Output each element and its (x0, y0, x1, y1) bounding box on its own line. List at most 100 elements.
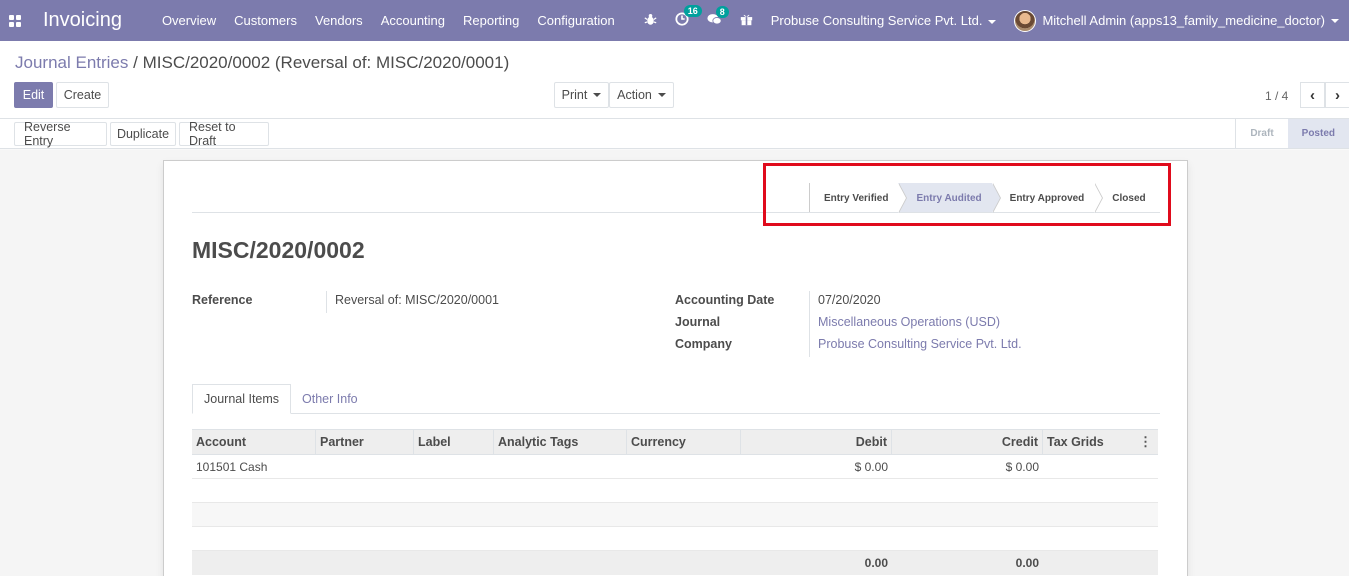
empty-row (192, 479, 1158, 503)
chevron-right-icon: › (1335, 86, 1340, 104)
empty-row (192, 527, 1158, 551)
duplicate-button[interactable]: Duplicate (110, 122, 176, 146)
messages-count-badge: 8 (715, 5, 729, 18)
stage-closed[interactable]: Closed (1094, 183, 1161, 213)
cell-analytic-tags (494, 455, 627, 478)
breadcrumb-journal-entries[interactable]: Journal Entries (15, 53, 128, 72)
table-header: Account Partner Label Analytic Tags Curr… (192, 429, 1158, 455)
menu-item-reporting[interactable]: Reporting (463, 13, 519, 28)
pager-value[interactable]: 1 / 4 (1265, 89, 1288, 103)
cell-account: 101501 Cash (196, 459, 268, 474)
avatar (1014, 9, 1037, 32)
table-row[interactable]: 101501 Cash $ 0.00 $ 0.00 (192, 455, 1158, 479)
activity-count-badge: 16 (683, 5, 702, 17)
journal-items-table: Account Partner Label Analytic Tags Curr… (192, 429, 1158, 575)
column-label[interactable]: Label (414, 430, 494, 454)
notebook-tabs: Journal Items Other Info (192, 384, 1160, 414)
action-label: Action (617, 88, 652, 102)
column-tax-grids[interactable]: Tax Grids ⋮ (1043, 430, 1158, 454)
control-panel: Journal Entries / MISC/2020/0002 (Revers… (0, 41, 1349, 119)
stage-entry-approved-label: Entry Approved (1009, 192, 1085, 204)
activity-clock-icon[interactable]: 16 (675, 5, 702, 29)
print-dropdown[interactable]: Print (554, 82, 609, 108)
debug-bug-icon[interactable] (644, 13, 657, 29)
print-caret-icon (593, 93, 602, 97)
field-divider (326, 291, 327, 313)
pager-next-button[interactable]: › (1325, 82, 1349, 108)
gift-icon[interactable] (740, 13, 753, 29)
company-name: Probuse Consulting Service Pvt. Ltd. (770, 13, 983, 28)
user-name: Mitchell Admin (apps13_family_medicine_d… (1042, 13, 1325, 28)
breadcrumb: Journal Entries / MISC/2020/0002 (Revers… (15, 53, 509, 73)
tab-other-info[interactable]: Other Info (291, 384, 369, 414)
create-button[interactable]: Create (56, 82, 109, 108)
pager-previous-button[interactable]: ‹ (1300, 82, 1325, 108)
column-account[interactable]: Account (192, 430, 316, 454)
journal-link[interactable]: Miscellaneous Operations (USD) (818, 315, 1000, 329)
total-debit: 0.00 (864, 556, 888, 570)
state-statusbar: Draft Posted (1235, 119, 1349, 148)
company-label: Company (675, 337, 732, 351)
cell-credit: $ 0.00 (1005, 459, 1039, 474)
stage-entry-audited-label: Entry Audited (916, 192, 982, 204)
company-caret-icon (988, 19, 997, 24)
action-dropdown[interactable]: Action (609, 82, 674, 108)
edit-button[interactable]: Edit (14, 82, 53, 108)
apps-menu-icon[interactable] (0, 0, 30, 41)
column-analytic-tags[interactable]: Analytic Tags (494, 430, 627, 454)
company-link[interactable]: Probuse Consulting Service Pvt. Ltd. (818, 337, 1022, 351)
cell-tax-grids (1043, 455, 1158, 478)
approval-stages: Entry Verified Entry Audited Entry Appro… (809, 183, 1162, 213)
status-posted: Posted (1287, 119, 1349, 148)
stages-divider (192, 212, 1160, 213)
status-draft: Draft (1235, 119, 1287, 148)
breadcrumb-separator: / (133, 53, 138, 72)
journal-label: Journal (675, 315, 721, 329)
action-caret-icon (657, 93, 666, 97)
optional-columns-icon[interactable]: ⋮ (1139, 434, 1154, 450)
breadcrumb-current: MISC/2020/0002 (Reversal of: MISC/2020/0… (142, 53, 510, 72)
reset-to-draft-button[interactable]: Reset to Draft (179, 120, 269, 148)
empty-row (192, 503, 1158, 527)
column-credit[interactable]: Credit (892, 430, 1043, 454)
user-caret-icon (1331, 18, 1339, 23)
menu-item-configuration[interactable]: Configuration (537, 13, 614, 28)
column-debit[interactable]: Debit (741, 430, 892, 454)
tab-journal-items[interactable]: Journal Items (192, 384, 292, 414)
reverse-entry-button[interactable]: Reverse Entry (14, 120, 107, 148)
stage-entry-verified-label: Entry Verified (824, 192, 889, 204)
accounting-date-label: Accounting Date (675, 293, 775, 307)
stage-closed-label: Closed (1112, 192, 1146, 204)
stage-entry-approved[interactable]: Entry Approved (992, 183, 1104, 213)
stage-entry-audited[interactable]: Entry Audited (898, 183, 1001, 213)
top-navbar: Invoicing Overview Customers Vendors Acc… (0, 0, 1349, 41)
cell-debit: $ 0.00 (854, 459, 888, 474)
messages-chat-icon[interactable]: 8 (707, 5, 729, 29)
main-menu: Overview Customers Vendors Accounting Re… (162, 13, 633, 28)
app-title[interactable]: Invoicing (43, 9, 122, 32)
record-title: MISC/2020/0002 (192, 237, 365, 263)
menu-item-accounting[interactable]: Accounting (381, 13, 445, 28)
column-currency[interactable]: Currency (627, 430, 741, 454)
field-divider (809, 291, 810, 357)
stage-entry-verified[interactable]: Entry Verified (810, 183, 908, 213)
cell-label (414, 455, 494, 478)
user-menu[interactable]: Mitchell Admin (apps13_family_medicine_d… (1014, 9, 1339, 32)
total-credit: 0.00 (1015, 556, 1039, 570)
company-switcher[interactable]: Probuse Consulting Service Pvt. Ltd. (771, 13, 997, 28)
menu-item-customers[interactable]: Customers (234, 13, 297, 28)
form-sheet: Entry Verified Entry Audited Entry Appro… (163, 160, 1188, 576)
reference-value: Reversal of: MISC/2020/0001 (335, 293, 499, 307)
table-footer-totals: 0.00 0.00 (192, 551, 1158, 575)
menu-item-vendors[interactable]: Vendors (315, 13, 363, 28)
cell-currency (627, 455, 741, 478)
column-tax-grids-label: Tax Grids (1047, 435, 1104, 449)
statusbar-row: Reverse Entry Duplicate Reset to Draft D… (0, 119, 1349, 149)
navbar-systray: 16 8 Probuse Consulting Service Pvt. Ltd… (644, 0, 1349, 41)
chevron-left-icon: ‹ (1310, 86, 1315, 104)
menu-item-overview[interactable]: Overview (162, 13, 216, 28)
accounting-date-value: 07/20/2020 (818, 293, 881, 307)
column-partner[interactable]: Partner (316, 430, 414, 454)
cell-partner (316, 455, 414, 478)
reference-label: Reference (192, 293, 253, 307)
